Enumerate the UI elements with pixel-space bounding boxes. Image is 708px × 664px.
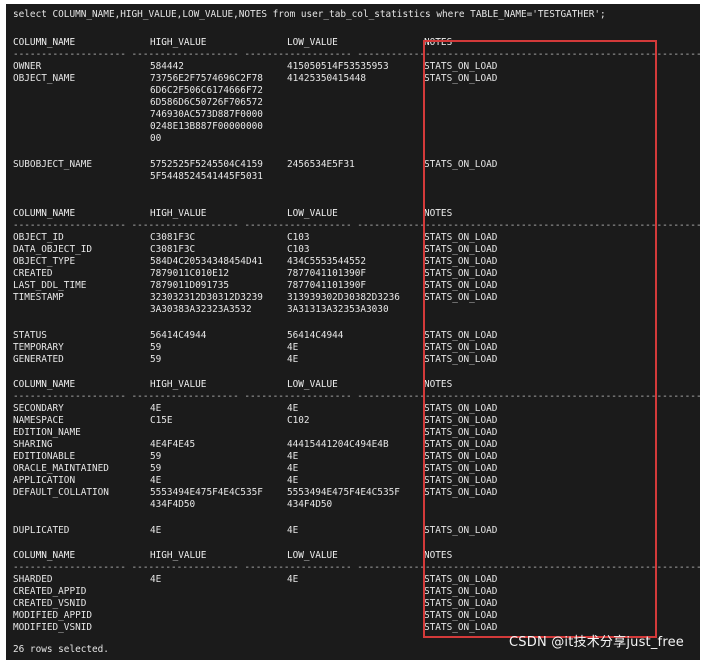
cell-high-value: 59 [150,451,162,462]
cell-low-value: 3A31313A32353A3030 [287,304,389,315]
column-header-name: COLUMN_NAME [13,37,76,48]
cell-column-name: SHARDED [13,574,53,585]
cell-high-value: 3A30383A32323A3532 [150,304,252,315]
cell-high-value: C3081F3C [150,244,196,255]
rows-selected-footer: 26 rows selected. [13,644,109,655]
cell-column-name: CREATED_APPID [13,586,87,597]
cell-low-value: 4E [287,451,299,462]
cell-low-value: C103 [287,232,310,243]
cell-high-value: 59 [150,354,162,365]
cell-high-value: 746930AC573D887F0000 [150,109,263,120]
notes-column-highlight [423,40,657,638]
cell-column-name: GENERATED [13,354,64,365]
cell-high-value: 434F4D50 [150,499,196,510]
cell-low-value: 4E [287,525,299,536]
cell-high-value: 7879011D091735 [150,280,230,291]
column-header-low: LOW_VALUE [287,379,338,390]
cell-column-name: DATA_OBJECT_ID [13,244,93,255]
cell-low-value: 5553494E475F4E4C535F [287,487,400,498]
cell-high-value: 4E [150,574,162,585]
cell-low-value: 4E [287,475,299,486]
cell-column-name: ORACLE_MAINTAINED [13,463,109,474]
cell-low-value: 4E [287,463,299,474]
cell-low-value: 434C5553544552 [287,256,367,267]
cell-column-name: TIMESTAMP [13,292,64,303]
cell-column-name: LAST_DDL_TIME [13,280,87,291]
cell-high-value: 73756E2F7574696C2F78 [150,73,263,84]
cell-column-name: APPLICATION [13,475,76,486]
cell-column-name: CREATED_VSNID [13,598,87,609]
watermark: CSDN @it技术分享just_free [509,635,684,650]
cell-column-name: TEMPORARY [13,342,64,353]
cell-column-name: SECONDARY [13,403,64,414]
cell-column-name: DEFAULT_COLLATION [13,487,109,498]
column-header-low: LOW_VALUE [287,37,338,48]
cell-column-name: EDITIONABLE [13,451,76,462]
cell-low-value: 4E [287,354,299,365]
cell-low-value: C102 [287,415,310,426]
cell-high-value: 59 [150,342,162,353]
cell-column-name: DUPLICATED [13,525,70,536]
cell-low-value: 41425350415448 [287,73,367,84]
cell-high-value: C15E [150,415,173,426]
column-header-low: LOW_VALUE [287,208,338,219]
column-header-high: HIGH_VALUE [150,37,207,48]
cell-high-value: 323032312D30312D3239 [150,292,263,303]
cell-high-value: 584D4C20534348454D41 [150,256,263,267]
cell-high-value: 4E [150,525,162,536]
cell-column-name: NAMESPACE [13,415,64,426]
cell-high-value: 4E4F4E45 [150,439,196,450]
cell-column-name: OBJECT_TYPE [13,256,76,267]
cell-low-value: 44415441204C494E4B [287,439,389,450]
cell-high-value: 5F5448524541445F5031 [150,171,263,182]
cell-column-name: MODIFIED_VSNID [13,622,93,633]
cell-high-value: 00 [150,133,162,144]
column-header-name: COLUMN_NAME [13,550,76,561]
cell-column-name: MODIFIED_APPID [13,610,93,621]
cell-low-value: 7877041101390F [287,280,367,291]
cell-column-name: CREATED [13,268,53,279]
cell-low-value: 4E [287,342,299,353]
cell-column-name: OWNER [13,61,42,72]
cell-column-name: SHARING [13,439,53,450]
cell-high-value: 4E [150,475,162,486]
cell-high-value: 7879011C010E12 [150,268,230,279]
cell-high-value: 0248E13B887F00000000 [150,121,263,132]
column-header-name: COLUMN_NAME [13,379,76,390]
cell-low-value: C103 [287,244,310,255]
column-header-name: COLUMN_NAME [13,208,76,219]
cell-low-value: 2456534E5F31 [287,159,355,170]
column-header-high: HIGH_VALUE [150,379,207,390]
sql-query: select COLUMN_NAME,HIGH_VALUE,LOW_VALUE,… [13,9,606,20]
cell-high-value: 6D586D6C50726F706572 [150,97,263,108]
cell-column-name: STATUS [13,330,47,341]
cell-column-name: OBJECT_NAME [13,73,76,84]
cell-low-value: 313939302D30382D3236 [287,292,400,303]
cell-high-value: 584442 [150,61,184,72]
cell-low-value: 415050514F53535953 [287,61,389,72]
column-header-high: HIGH_VALUE [150,550,207,561]
cell-column-name: EDITION_NAME [13,427,81,438]
cell-low-value: 56414C4944 [287,330,344,341]
cell-low-value: 4E [287,403,299,414]
cell-column-name: SUBOBJECT_NAME [13,159,93,170]
cell-high-value: 59 [150,463,162,474]
cell-high-value: 6D6C2F506C6174666F72 [150,85,263,96]
column-header-high: HIGH_VALUE [150,208,207,219]
cell-low-value: 4E [287,574,299,585]
cell-high-value: 5553494E475F4E4C535F [150,487,263,498]
cell-high-value: 4E [150,403,162,414]
cell-high-value: 5752525F5245504C4159 [150,159,263,170]
cell-column-name: OBJECT_ID [13,232,64,243]
column-header-low: LOW_VALUE [287,550,338,561]
cell-high-value: C3081F3C [150,232,196,243]
cell-low-value: 7877041101390F [287,268,367,279]
cell-high-value: 56414C4944 [150,330,207,341]
cell-low-value: 434F4D50 [287,499,333,510]
terminal-window: select COLUMN_NAME,HIGH_VALUE,LOW_VALUE,… [6,4,700,660]
